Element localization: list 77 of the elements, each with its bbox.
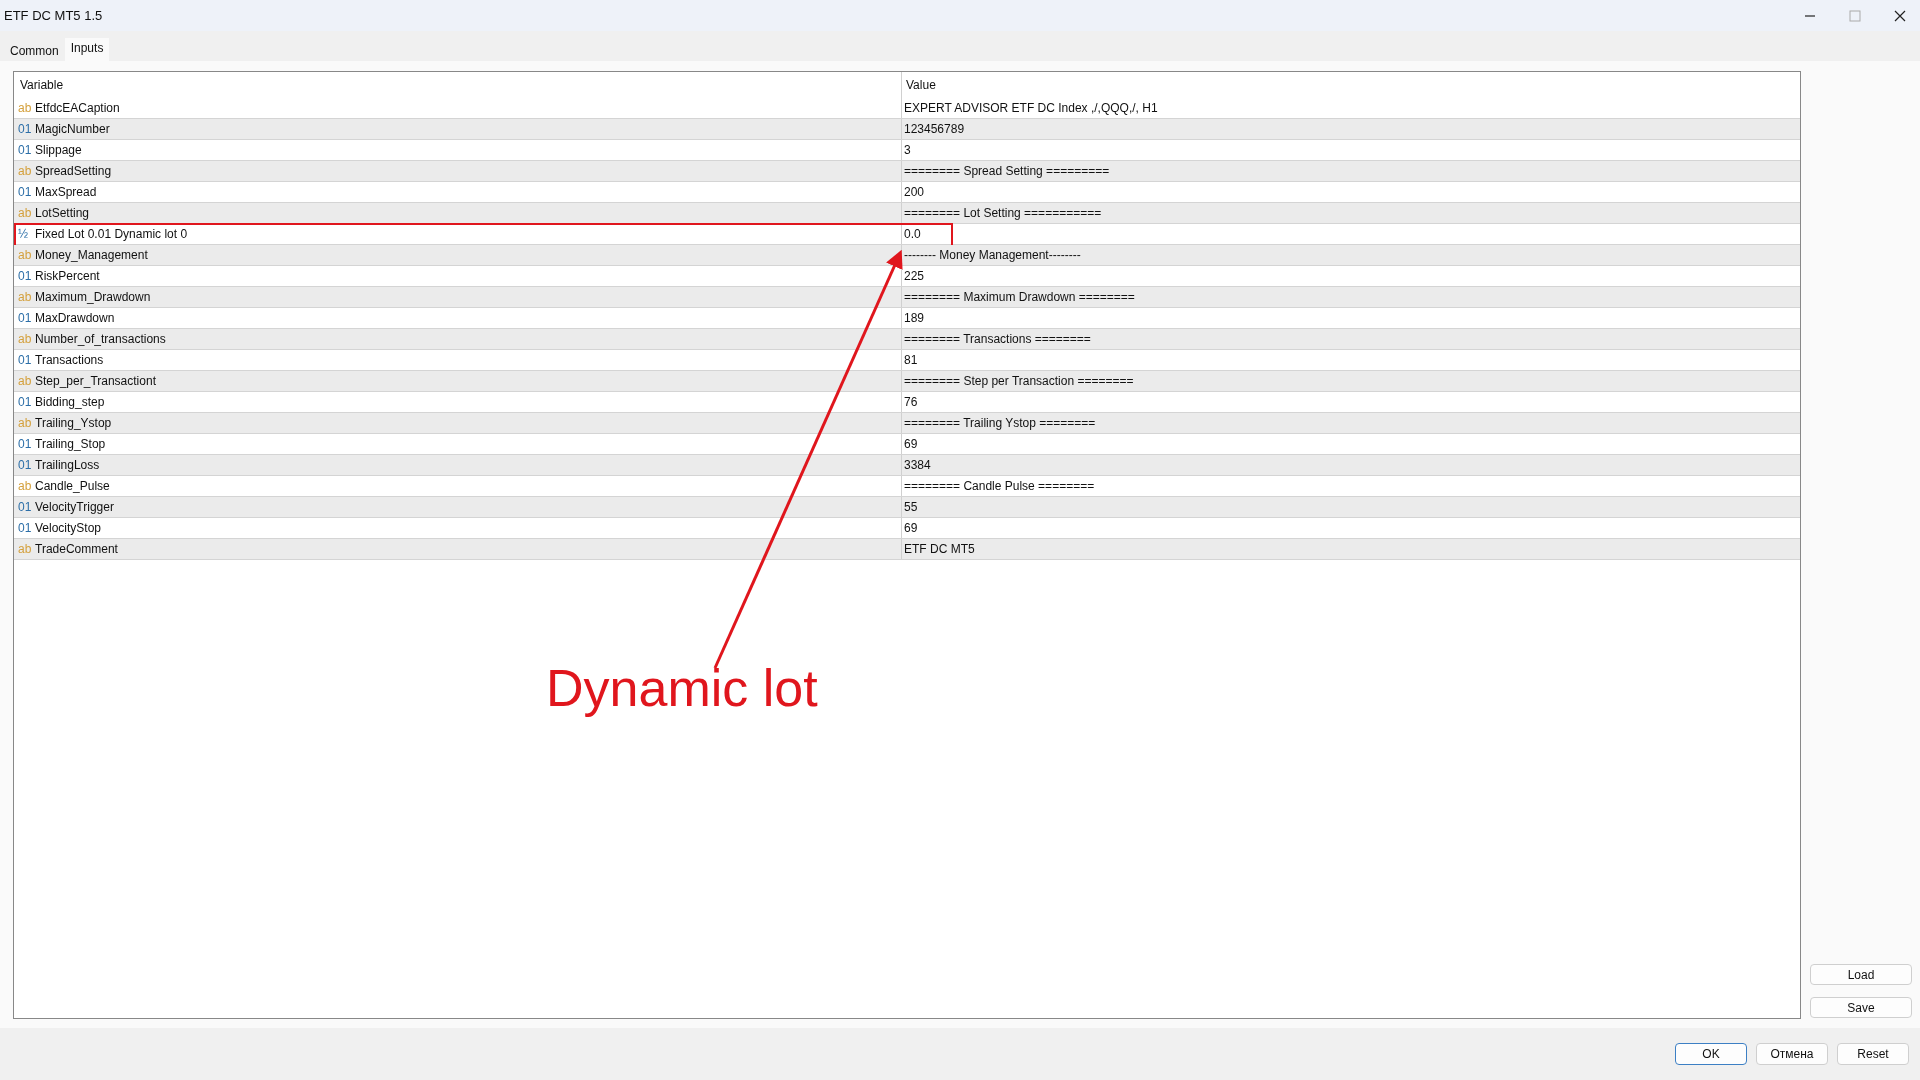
column-header: Value [901, 72, 1800, 98]
value-cell: ======== Lot Setting =========== [904, 206, 1102, 220]
value-cell: 123456789 [904, 122, 965, 136]
type-icon: 01 [18, 437, 30, 451]
annotation-label: Dynamic lot [546, 658, 818, 718]
window-title: ETF DC MT5 1.5 [4, 8, 103, 23]
value-cell: 225 [904, 269, 925, 283]
variable-name: Number_of_transactions [35, 332, 166, 346]
value-cell: ======== Transactions ======== [904, 332, 1091, 346]
dialog-button[interactable]: OK [1675, 1043, 1747, 1065]
value-cell: 200 [904, 185, 925, 199]
value-cell: 69 [904, 437, 918, 451]
variable-name: Trailing_Ystop [35, 416, 112, 430]
side-button[interactable]: Save [1810, 997, 1912, 1018]
variable-name: Transactions [35, 353, 104, 367]
variable-name: RiskPercent [35, 269, 100, 283]
type-icon: ab [18, 101, 30, 115]
variable-name: TrailingLoss [35, 458, 100, 472]
value-cell: -------- Money Management-------- [904, 248, 1081, 262]
value-cell: 3 [904, 143, 911, 157]
value-cell: 69 [904, 521, 918, 535]
close-icon[interactable] [1894, 9, 1906, 22]
type-icon: ab [18, 164, 30, 178]
variable-name: MaxSpread [35, 185, 97, 199]
type-icon: 01 [18, 311, 30, 325]
value-cell: ======== Candle Pulse ======== [904, 479, 1095, 493]
type-icon: 01 [18, 500, 30, 514]
variable-name: MaxDrawdown [35, 311, 115, 325]
side-button[interactable]: Load [1810, 964, 1912, 985]
type-icon: 01 [18, 143, 30, 157]
tab[interactable]: Inputs [64, 38, 110, 61]
type-icon: 01 [18, 353, 30, 367]
type-icon: ½ [18, 227, 30, 241]
type-icon: ab [18, 374, 30, 388]
variable-name: Money_Management [35, 248, 148, 262]
value-cell: ======== Trailing Ystop ======== [904, 416, 1096, 430]
value-cell: EXPERT ADVISOR ETF DC Index ,/,QQQ,/, H1 [904, 101, 1158, 115]
variable-name: SpreadSetting [35, 164, 112, 178]
variable-name: Maximum_Drawdown [35, 290, 151, 304]
type-icon: ab [18, 542, 30, 556]
column-header: Variable [19, 78, 65, 92]
variable-name: Step_per_Transactiont [35, 374, 156, 388]
type-icon: 01 [18, 185, 30, 199]
value-cell: 55 [904, 500, 918, 514]
type-icon: ab [18, 290, 30, 304]
type-icon: 01 [18, 458, 30, 472]
type-icon: 01 [18, 521, 30, 535]
variable-name: Slippage [35, 143, 82, 157]
value-cell: 189 [904, 311, 925, 325]
type-icon: ab [18, 248, 30, 262]
type-icon: 01 [18, 269, 30, 283]
variable-name: VelocityStop [35, 521, 102, 535]
variable-name: VelocityTrigger [35, 500, 114, 514]
dialog-button[interactable]: Отмена [1756, 1043, 1828, 1065]
value-cell: ======== Spread Setting ========= [904, 164, 1110, 178]
value-cell: 81 [904, 353, 918, 367]
type-icon: 01 [18, 122, 30, 136]
type-icon: 01 [18, 395, 30, 409]
type-icon: ab [18, 332, 30, 346]
variable-name: MagicNumber [35, 122, 110, 136]
variable-name: TradeComment [35, 542, 118, 556]
variable-name: Bidding_step [35, 395, 105, 409]
variable-name: Trailing_Stop [35, 437, 106, 451]
value-cell: ======== Step per Transaction ======== [904, 374, 1134, 388]
variable-name: EtfdcEACaption [35, 101, 120, 115]
type-icon: ab [18, 479, 30, 493]
value-cell: 0.0 [904, 227, 921, 241]
type-icon: ab [18, 416, 30, 430]
value-cell: 76 [904, 395, 918, 409]
value-cell: ======== Maximum Drawdown ======== [904, 290, 1135, 304]
value-cell: 3384 [904, 458, 931, 472]
variable-name: Candle_Pulse [35, 479, 110, 493]
type-icon: ab [18, 206, 30, 220]
dialog-button[interactable]: Reset [1837, 1043, 1909, 1065]
value-cell: ETF DC MT5 [904, 542, 975, 556]
variable-name: LotSetting [35, 206, 90, 220]
variable-name: Fixed Lot 0.01 Dynamic lot 0 [35, 227, 188, 241]
